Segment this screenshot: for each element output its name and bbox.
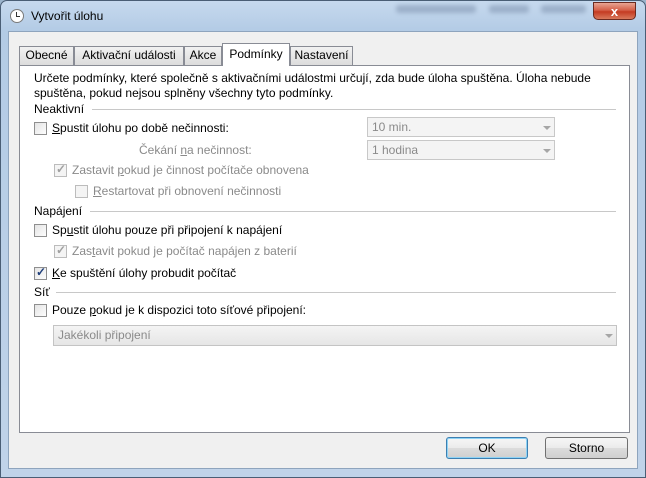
checkmark-icon: ✓: [35, 264, 47, 279]
group-divider: [92, 109, 616, 111]
start-if-idle-row[interactable]: Spustit úlohu po době nečinnosti:: [34, 120, 229, 136]
background-window-blur: [489, 5, 529, 13]
checkmark-icon: ✓: [55, 242, 67, 257]
title-bar[interactable]: Vytvořit úlohu x: [1, 1, 645, 31]
ac-only-row[interactable]: Spustit úlohu pouze při připojení k napá…: [34, 222, 282, 238]
description-text: Určete podmínky, které společně s aktiva…: [34, 71, 591, 100]
stop-on-battery-checkbox[interactable]: ✓: [54, 242, 67, 258]
checkmark-icon: ✓: [55, 161, 67, 176]
close-icon: x: [610, 4, 619, 19]
wait-duration-value: 1 hodina: [372, 143, 419, 157]
group-label-network: Síť: [34, 285, 50, 299]
chevron-down-icon: [538, 118, 554, 136]
only-if-network-label: Pouze pokud je k dispozici toto síťové p…: [52, 303, 306, 317]
wake-row[interactable]: ✓ Ke spuštění úlohy probudit počítač: [34, 265, 236, 281]
wait-duration-combo[interactable]: 1 hodina: [367, 140, 555, 160]
wake-label: Ke spuštění úlohy probudit počítač: [52, 266, 237, 280]
stop-on-resume-label: Zastavit pokud je činnost počítače obnov…: [72, 163, 309, 177]
dialog-client-area: Obecné Aktivační události Akce Podmínky …: [8, 31, 638, 469]
group-divider: [56, 292, 616, 294]
cancel-button[interactable]: Storno: [545, 437, 628, 459]
wake-checkbox[interactable]: ✓: [34, 264, 47, 280]
tab-general[interactable]: Obecné: [19, 46, 74, 65]
tab-actions[interactable]: Akce: [184, 46, 222, 65]
group-label-idle: Neaktivní: [34, 102, 85, 116]
restart-on-idle-checkbox[interactable]: [75, 184, 88, 198]
background-window-blur: [396, 5, 476, 13]
group-label-power: Napájení: [34, 204, 83, 218]
stop-on-battery-row[interactable]: ✓ Zastavit pokud je počítač napájen z ba…: [54, 243, 297, 259]
restart-on-idle-row[interactable]: Restartovat při obnovení nečinnosti: [75, 183, 281, 199]
only-if-network-row[interactable]: Pouze pokud je k dispozici toto síťové p…: [34, 302, 306, 318]
close-button[interactable]: x: [593, 2, 636, 20]
tab-settings[interactable]: Nastavení: [290, 46, 353, 65]
dialog-window: Vytvořit úlohu x Obecné Aktivační událos…: [0, 0, 646, 478]
conditions-panel: Určete podmínky, které společně s aktiva…: [19, 65, 630, 433]
ok-button[interactable]: OK: [446, 437, 528, 459]
tab-triggers[interactable]: Aktivační události: [74, 46, 184, 65]
ac-only-label: Spustit úlohu pouze při připojení k napá…: [52, 223, 283, 237]
window-title: Vytvořit úlohu: [31, 9, 104, 23]
chevron-down-icon: [600, 326, 616, 344]
stop-on-resume-row[interactable]: ✓ Zastavit pokud je činnost počítače obn…: [54, 162, 309, 178]
network-connection-combo[interactable]: Jakékoli připojení: [53, 325, 617, 346]
stop-on-battery-label: Zastavit pokud je počítač napájen z bate…: [72, 244, 297, 258]
restart-on-idle-label: Restartovat při obnovení nečinnosti: [93, 184, 282, 198]
background-window-blur: [541, 5, 586, 13]
idle-duration-combo[interactable]: 10 min.: [367, 117, 555, 137]
start-if-idle-checkbox[interactable]: [34, 121, 47, 135]
stop-on-resume-checkbox[interactable]: ✓: [54, 161, 67, 177]
tab-conditions[interactable]: Podmínky: [222, 43, 290, 66]
ac-only-checkbox[interactable]: [34, 223, 47, 237]
wait-for-idle-label: Čekání na nečinnost:: [139, 143, 252, 157]
clock-icon: [10, 9, 24, 23]
idle-duration-value: 10 min.: [372, 120, 412, 134]
group-divider: [90, 211, 616, 213]
chevron-down-icon: [538, 141, 554, 159]
only-if-network-checkbox[interactable]: [34, 303, 47, 317]
network-connection-value: Jakékoli připojení: [58, 328, 151, 342]
start-if-idle-label: Spustit úlohu po době nečinnosti:: [52, 121, 229, 135]
